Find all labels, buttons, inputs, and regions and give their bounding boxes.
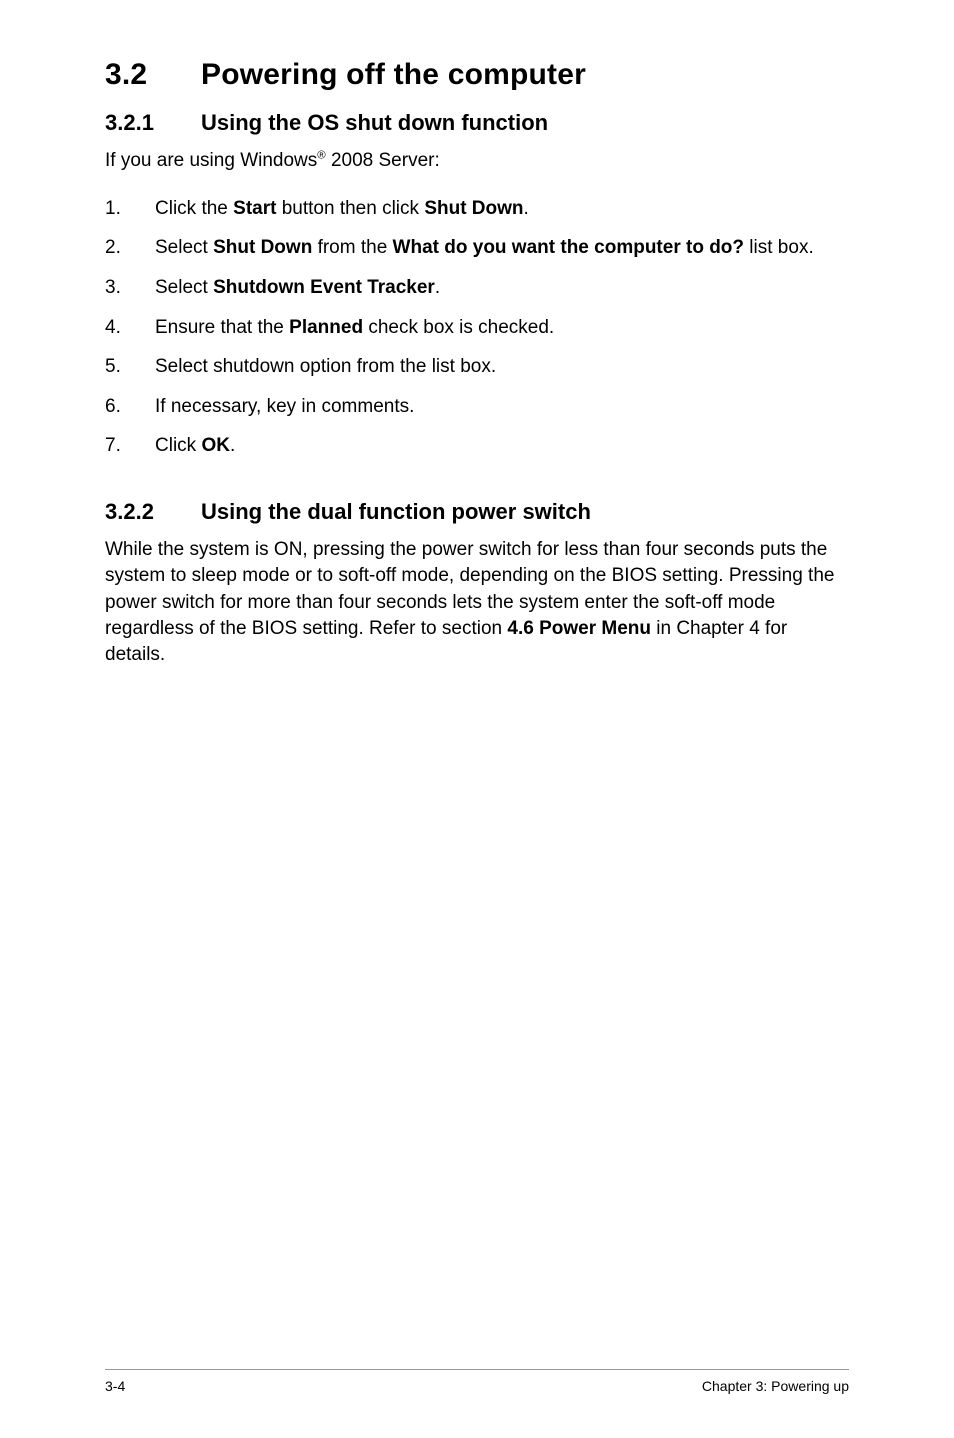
- intro-text-pre: If you are using Windows: [105, 150, 317, 171]
- step-text: Select shutdown option from the list box…: [155, 356, 496, 377]
- step-item: Select shutdown option from the list box…: [105, 354, 849, 380]
- step-bold: What do you want the computer to do?: [393, 237, 744, 258]
- subsection-heading-1: 3.2.1Using the OS shut down function: [105, 110, 849, 136]
- step-bold: Planned: [289, 317, 363, 338]
- step-bold: Shutdown Event Tracker: [213, 277, 435, 298]
- step-text: check box is checked.: [363, 317, 554, 338]
- page-footer: 3-4 Chapter 3: Powering up: [105, 1369, 849, 1394]
- subsection-heading-2: 3.2.2Using the dual function power switc…: [105, 499, 849, 525]
- step-text: Click: [155, 435, 201, 456]
- step-text: button then click: [276, 198, 424, 219]
- subsection-number-2: 3.2.2: [105, 499, 201, 525]
- step-bold: Shut Down: [213, 237, 312, 258]
- step-text: Select: [155, 237, 213, 258]
- step-item: Select Shut Down from the What do you wa…: [105, 235, 849, 261]
- footer-row: 3-4 Chapter 3: Powering up: [105, 1378, 849, 1394]
- step-item: If necessary, key in comments.: [105, 394, 849, 420]
- step-item: Select Shutdown Event Tracker.: [105, 275, 849, 301]
- footer-divider: [105, 1369, 849, 1370]
- page: 3.2Powering off the computer 3.2.1Using …: [0, 0, 954, 1438]
- step-text: .: [524, 198, 529, 219]
- step-item: Ensure that the Planned check box is che…: [105, 315, 849, 341]
- step-text: from the: [312, 237, 392, 258]
- body-text-bold: 4.6 Power Menu: [507, 618, 651, 639]
- chapter-label: Chapter 3: Powering up: [702, 1378, 849, 1394]
- step-text: list box.: [744, 237, 814, 258]
- registered-symbol: ®: [317, 150, 325, 162]
- step-bold: Start: [233, 198, 276, 219]
- step-text: Click the: [155, 198, 233, 219]
- step-text: .: [435, 277, 440, 298]
- step-item: Click the Start button then click Shut D…: [105, 196, 849, 222]
- step-item: Click OK.: [105, 433, 849, 459]
- subsection-title-1: Using the OS shut down function: [201, 110, 548, 135]
- intro-text-post: 2008 Server:: [326, 150, 440, 171]
- subsection-title-2: Using the dual function power switch: [201, 499, 591, 524]
- step-text: Select: [155, 277, 213, 298]
- body-paragraph: While the system is ON, pressing the pow…: [105, 537, 849, 668]
- step-text: If necessary, key in comments.: [155, 396, 414, 417]
- intro-text: If you are using Windows® 2008 Server:: [105, 148, 849, 174]
- step-bold: Shut Down: [424, 198, 523, 219]
- section-number: 3.2: [105, 58, 201, 92]
- step-text: Ensure that the: [155, 317, 289, 338]
- section-title: Powering off the computer: [201, 58, 586, 91]
- subsection-number-1: 3.2.1: [105, 110, 201, 136]
- step-bold: OK: [201, 435, 230, 456]
- steps-list: Click the Start button then click Shut D…: [105, 196, 849, 459]
- section-heading: 3.2Powering off the computer: [105, 58, 849, 92]
- page-number: 3-4: [105, 1378, 125, 1394]
- step-text: .: [230, 435, 235, 456]
